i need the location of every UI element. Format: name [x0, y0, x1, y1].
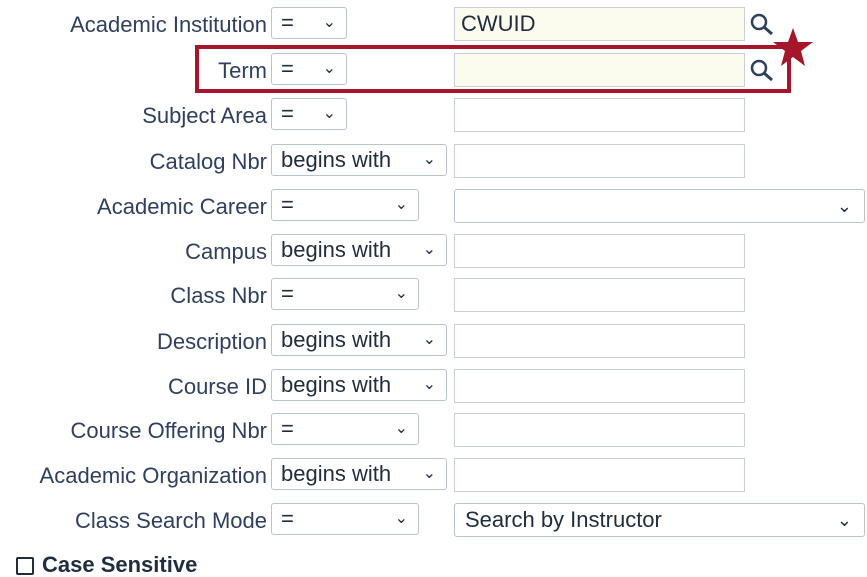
chevron-down-icon: ⌄ [394, 285, 408, 302]
class-search-mode-operator-select[interactable]: = ⌄ [271, 503, 419, 535]
chevron-down-icon: ⌄ [422, 241, 436, 258]
case-sensitive-option[interactable]: Case Sensitive [16, 553, 197, 577]
row-academic-career: Academic Career = ⌄ ⌄ [0, 189, 867, 225]
academic-career-operator-select[interactable]: = ⌄ [271, 189, 419, 221]
campus-input[interactable] [454, 234, 745, 268]
catalog-nbr-operator-select[interactable]: begins with ⌄ [271, 144, 447, 176]
course-id-operator-select[interactable]: begins with ⌄ [271, 369, 447, 401]
catalog-nbr-input[interactable] [454, 144, 745, 178]
row-course-id: Course ID begins with ⌄ [0, 369, 867, 405]
course-offering-nbr-input[interactable] [454, 413, 745, 447]
academic-institution-label: Academic Institution [70, 12, 267, 37]
row-academic-institution: Academic Institution = ⌄ CWUID [0, 7, 867, 43]
operator-value: begins with [281, 327, 392, 352]
operator-value: begins with [281, 461, 392, 486]
operator-value: = [281, 281, 294, 306]
class-nbr-input[interactable] [454, 278, 745, 312]
class-nbr-label: Class Nbr [170, 283, 267, 308]
operator-value: begins with [281, 147, 392, 172]
operator-value: = [281, 10, 294, 35]
course-offering-nbr-label: Course Offering Nbr [70, 418, 267, 443]
chevron-down-icon: ⌄ [836, 196, 852, 216]
academic-organization-operator-select[interactable]: begins with ⌄ [271, 458, 447, 490]
course-id-label: Course ID [167, 374, 267, 399]
operator-value: = [281, 101, 294, 126]
chevron-down-icon: ⌄ [422, 331, 436, 348]
row-academic-organization: Academic Organization begins with ⌄ [0, 458, 867, 494]
campus-operator-select[interactable]: begins with ⌄ [271, 234, 447, 266]
description-operator-select[interactable]: begins with ⌄ [271, 324, 447, 356]
case-sensitive-label: Case Sensitive [42, 552, 198, 577]
operator-value: = [281, 416, 294, 441]
term-highlight-box [195, 45, 791, 93]
row-campus: Campus begins with ⌄ [0, 234, 867, 270]
chevron-down-icon: ⌄ [422, 465, 436, 482]
description-input[interactable] [454, 324, 745, 358]
academic-institution-operator-select[interactable]: = ⌄ [271, 7, 347, 39]
row-course-offering-nbr: Course Offering Nbr = ⌄ [0, 413, 867, 449]
operator-value: = [281, 506, 294, 531]
chevron-down-icon: ⌄ [394, 196, 408, 213]
subject-area-input[interactable] [454, 98, 745, 132]
class-search-mode-value: Search by Instructor [465, 507, 662, 532]
operator-value: begins with [281, 372, 392, 397]
course-offering-nbr-operator-select[interactable]: = ⌄ [271, 413, 419, 445]
chevron-down-icon: ⌄ [322, 14, 336, 31]
campus-label: Campus [185, 239, 267, 264]
academic-career-select[interactable]: ⌄ [454, 189, 865, 223]
row-description: Description begins with ⌄ [0, 324, 867, 360]
chevron-down-icon: ⌄ [394, 420, 408, 437]
row-catalog-nbr: Catalog Nbr begins with ⌄ [0, 144, 867, 180]
class-search-mode-label: Class Search Mode [75, 508, 267, 533]
row-subject-area: Subject Area = ⌄ [0, 98, 867, 134]
course-id-input[interactable] [454, 369, 745, 403]
academic-career-label: Academic Career [97, 194, 267, 219]
case-sensitive-checkbox[interactable] [16, 557, 34, 575]
chevron-down-icon: ⌄ [322, 105, 336, 122]
catalog-nbr-label: Catalog Nbr [149, 149, 267, 174]
operator-value: begins with [281, 237, 392, 262]
row-class-nbr: Class Nbr = ⌄ [0, 278, 867, 314]
subject-area-operator-select[interactable]: = ⌄ [271, 98, 347, 130]
class-nbr-operator-select[interactable]: = ⌄ [271, 278, 419, 310]
description-label: Description [156, 329, 267, 354]
academic-organization-input[interactable] [454, 458, 745, 492]
academic-institution-input[interactable]: CWUID [454, 7, 745, 41]
subject-area-label: Subject Area [142, 103, 267, 128]
row-class-search-mode: Class Search Mode = ⌄ Search by Instruct… [0, 503, 867, 539]
academic-organization-label: Academic Organization [39, 463, 267, 488]
chevron-down-icon: ⌄ [422, 151, 436, 168]
class-search-mode-select[interactable]: Search by Instructor ⌄ [454, 503, 865, 537]
chevron-down-icon: ⌄ [836, 510, 852, 530]
star-icon [773, 28, 813, 66]
chevron-down-icon: ⌄ [422, 376, 436, 393]
operator-value: = [281, 192, 294, 217]
chevron-down-icon: ⌄ [394, 510, 408, 527]
